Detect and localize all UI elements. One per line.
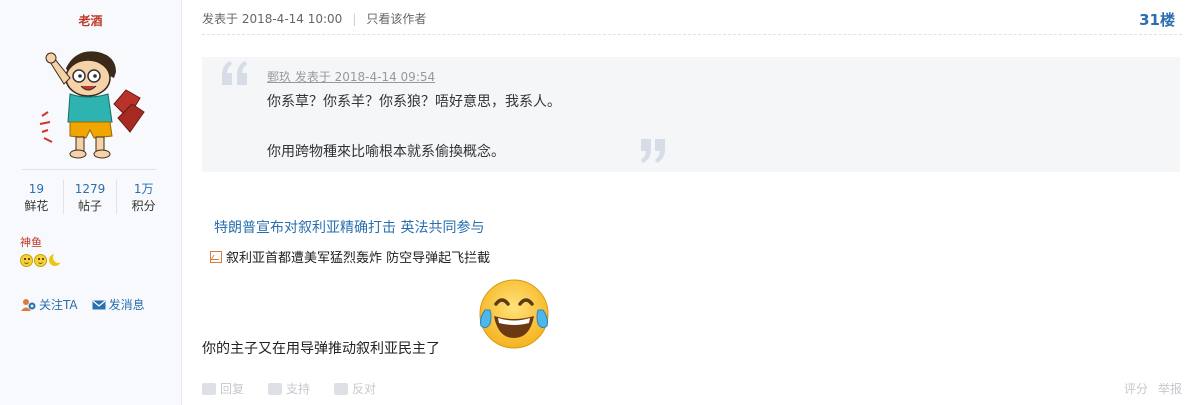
stat-label: 帖子 — [78, 199, 103, 213]
stat-posts[interactable]: 1279 帖子 — [62, 180, 117, 214]
user-sidebar: 老酒 19 鲜花 1279 帖子 1万 积分 神鱼 关注TA 发消息 — [0, 0, 182, 405]
open-quote-icon — [222, 61, 247, 85]
user-stats: 19 鲜花 1279 帖子 1万 积分 — [10, 180, 170, 214]
follow-button[interactable]: 关注TA — [20, 296, 78, 313]
stat-points[interactable]: 1万 积分 — [116, 180, 170, 214]
quote-block: 鄄玖 发表于 2018-4-14 09:54 你系草？你系羊？你系狼？唔好意思，… — [202, 57, 1180, 172]
username[interactable]: 老酒 — [0, 12, 181, 29]
post-main: 发表于 2018-4-14 10:00 | 只看该作者 31楼 鄄玖 发表于 2… — [202, 0, 1182, 405]
only-author-link[interactable]: 只看该作者 — [366, 10, 426, 27]
floor-number[interactable]: 31楼 — [1139, 9, 1175, 30]
stat-label: 鲜花 — [24, 199, 49, 213]
oppose-button[interactable]: 反对 — [334, 380, 376, 397]
stat-value: 19 — [28, 182, 44, 196]
sun-level-icon — [34, 254, 47, 267]
user-rank-title: 神鱼 — [20, 236, 42, 249]
reply-button[interactable]: 回复 — [202, 380, 244, 397]
sun-level-icon — [20, 254, 33, 267]
post-time: 发表于 2018-4-14 10:00 — [202, 12, 343, 26]
moon-level-icon — [48, 254, 61, 267]
close-quote-icon — [641, 139, 665, 163]
post-meta: 发表于 2018-4-14 10:00 | 只看该作者 — [202, 10, 426, 27]
stat-label: 积分 — [131, 199, 156, 213]
mail-icon — [92, 300, 106, 309]
message-button[interactable]: 发消息 — [92, 296, 145, 313]
follow-label: 关注TA — [39, 298, 78, 312]
level-medals — [20, 254, 61, 267]
reply-label: 回复 — [220, 382, 245, 396]
stat-flowers[interactable]: 19 鲜花 — [10, 180, 63, 214]
user-actions: 关注TA 发消息 — [20, 296, 145, 313]
quote-header-link[interactable]: 鄄玖 发表于 2018-4-14 09:54 — [267, 68, 435, 85]
laughing-tears-emoji-icon — [479, 279, 549, 349]
message-label: 发消息 — [108, 298, 145, 312]
oppose-label: 反对 — [352, 382, 377, 396]
image-caption-text: 叙利亚首都遭美军猛烈轰炸 防空导弹起飞拦截 — [226, 251, 491, 266]
reply-text: 你的主子又在用导弹推动叙利亚民主了 — [202, 341, 440, 357]
follow-icon — [21, 298, 36, 311]
image-caption[interactable]: 叙利亚首都遭美军猛烈轰炸 防空导弹起飞拦截 — [210, 247, 490, 266]
support-button[interactable]: 支持 — [268, 380, 310, 397]
rate-link[interactable]: 评分 — [1124, 380, 1148, 397]
quote-text: 你系草？你系羊？你系狼？唔好意思，我系人。 — [267, 94, 561, 110]
reply-icon — [202, 382, 216, 395]
thumbs-up-icon — [268, 382, 283, 395]
post-actions-right: 评分 举报 — [1124, 380, 1182, 397]
post-actions: 回复 支持 反对 评分 举报 — [202, 380, 1182, 397]
user-avatar[interactable] — [36, 38, 146, 160]
meta-separator: | — [352, 11, 357, 26]
quote-text: 你用跨物種來比喻根本就系偷換概念。 — [267, 144, 505, 160]
broken-image-icon — [210, 250, 222, 263]
stat-value: 1万 — [133, 182, 154, 196]
support-label: 支持 — [286, 382, 311, 396]
stat-value: 1279 — [74, 182, 106, 196]
report-link[interactable]: 举报 — [1158, 380, 1182, 397]
news-headline-link[interactable]: 特朗普宣布对叙利亚精确打击 英法共同参与 — [214, 217, 484, 237]
thumbs-down-icon — [334, 382, 349, 395]
post-divider — [202, 34, 1182, 35]
stats-divider — [22, 169, 156, 170]
